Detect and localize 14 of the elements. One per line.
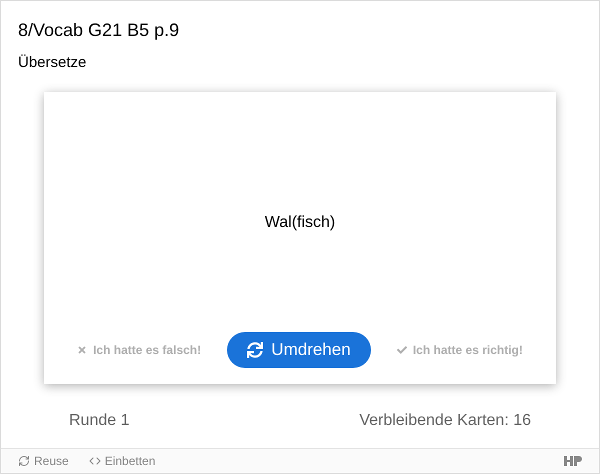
embed-link[interactable]: Einbetten: [88, 452, 156, 470]
code-icon: [88, 455, 101, 467]
page-title: 8/Vocab G21 B5 p.9: [18, 19, 180, 42]
cross-icon: [77, 344, 88, 354]
reuse-link[interactable]: Reuse: [18, 452, 69, 470]
card-word: Wal(fisch): [264, 212, 336, 232]
logo-icon: [564, 456, 582, 466]
remaining-cards: Verbleibende Karten: 16: [359, 408, 531, 432]
task-instruction: Übersetze: [18, 53, 88, 73]
refresh-icon: [247, 342, 264, 358]
check-icon: [396, 344, 407, 354]
refresh-icon: [18, 455, 30, 467]
round-label: Runde 1: [69, 410, 130, 430]
flip-button[interactable]: Umdrehen: [227, 332, 371, 368]
